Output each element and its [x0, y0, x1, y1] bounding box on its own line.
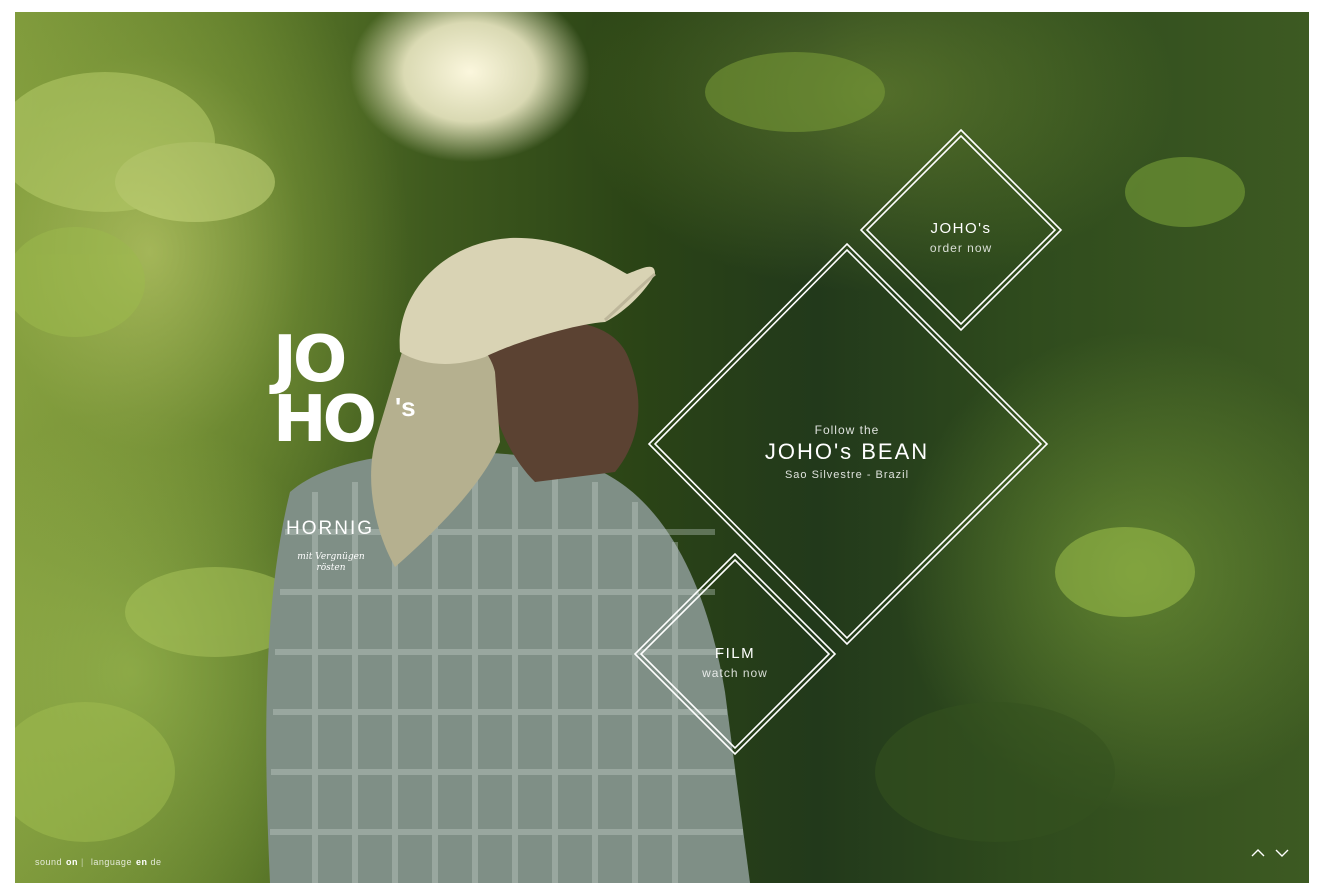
language-en[interactable]: en	[136, 857, 148, 867]
slide-navigation	[1245, 845, 1289, 863]
logo-line-jo: JO	[273, 323, 347, 397]
chevron-down-icon[interactable]	[1275, 845, 1289, 857]
logo-suffix: 's	[395, 392, 416, 422]
hero-video-background: JO HO 's HORNIG mit Vergnügen rösten JOH…	[15, 12, 1309, 883]
sound-label: sound	[35, 857, 63, 867]
logo-tagline: mit Vergnügen rösten	[297, 552, 365, 573]
film-tile-subtitle: watch now	[702, 666, 768, 680]
joho-logo[interactable]: JO HO 's HORNIG mit Vergnügen rösten	[273, 323, 423, 573]
follow-bean-tile[interactable]: Follow the JOHO's BEAN Sao Silvestre - B…	[737, 423, 957, 481]
logo-brand-hornig: HORNIG	[286, 518, 374, 539]
bean-tile-pretitle: Follow the	[814, 423, 880, 437]
footer-separator: |	[81, 857, 84, 867]
bean-tile-subtitle: Sao Silvestre - Brazil	[784, 469, 910, 481]
sound-toggle[interactable]: on	[66, 857, 78, 867]
film-tile-title: FILM	[714, 645, 756, 662]
farmer-scene-illustration	[15, 52, 1245, 883]
language-label: language	[90, 857, 132, 867]
bean-tile-title: JOHO's BEAN	[764, 439, 930, 464]
film-tile[interactable]: FILM watch now	[675, 645, 795, 680]
order-tile-title: JOHO's	[930, 220, 992, 237]
chevron-up-icon[interactable]	[1251, 845, 1265, 857]
order-now-tile[interactable]: JOHO's order now	[901, 220, 1021, 255]
language-de[interactable]: de	[150, 857, 161, 867]
footer-controls: sound on | language en de	[35, 857, 166, 867]
order-tile-subtitle: order now	[929, 241, 993, 255]
